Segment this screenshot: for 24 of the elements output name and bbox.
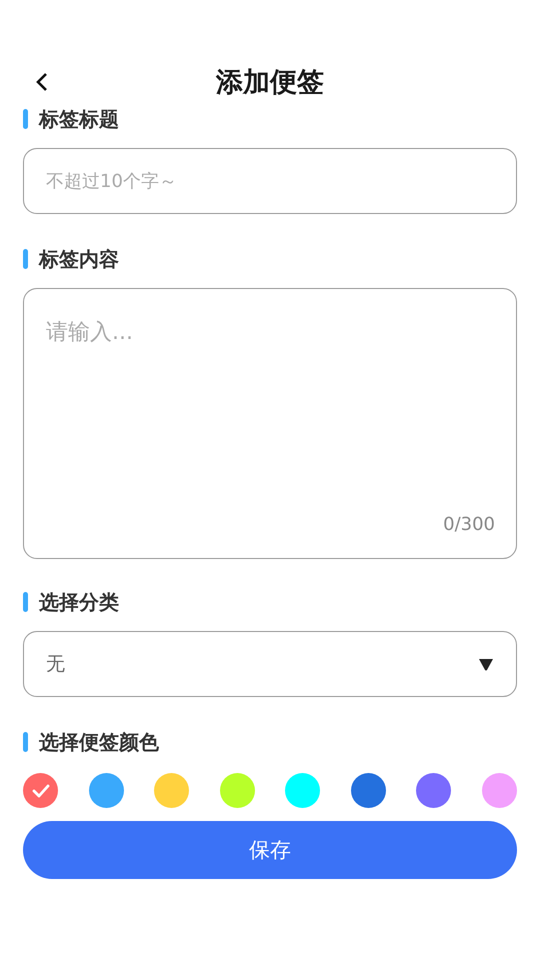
- color-swatch[interactable]: [220, 773, 255, 808]
- back-icon[interactable]: [35, 72, 49, 92]
- color-swatch[interactable]: [285, 773, 320, 808]
- color-swatch[interactable]: [416, 773, 452, 808]
- color-swatch[interactable]: [482, 773, 517, 808]
- section-label: 标签内容: [39, 246, 119, 272]
- page-title: 添加便签: [216, 66, 324, 100]
- section-label: 选择便签颜色: [39, 728, 159, 756]
- save-button[interactable]: 保存: [23, 821, 517, 879]
- label-marker: [23, 592, 28, 612]
- dropdown-arrow-icon: [478, 658, 494, 670]
- section-label: 标签标题: [39, 106, 119, 132]
- color-swatch[interactable]: [350, 773, 386, 808]
- color-swatch[interactable]: [23, 773, 58, 808]
- color-swatch[interactable]: [154, 773, 190, 808]
- label-marker: [23, 249, 28, 269]
- section-label: 选择分类: [39, 588, 119, 616]
- check-icon: [32, 784, 50, 798]
- category-dropdown[interactable]: 无: [23, 631, 517, 697]
- label-marker: [23, 732, 28, 752]
- color-swatch[interactable]: [88, 773, 124, 808]
- title-input-field[interactable]: 不超过10个字～: [23, 148, 517, 214]
- label-marker: [23, 109, 28, 129]
- character-counter: 0/300: [443, 514, 495, 535]
